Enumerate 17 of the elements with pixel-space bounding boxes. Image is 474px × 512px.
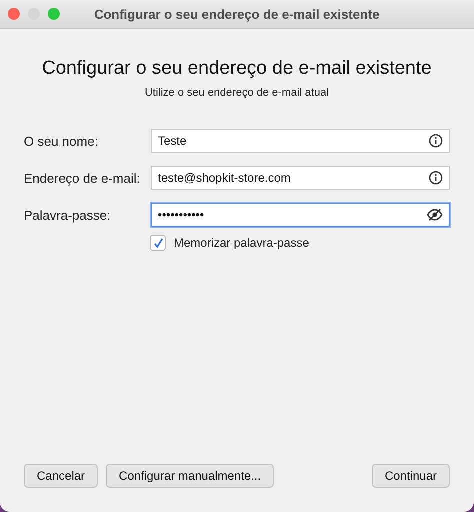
info-icon[interactable] (429, 171, 443, 185)
window-title: Configurar o seu endereço de e-mail existente (93, 6, 381, 22)
field-label: Palavra-passe: (24, 208, 112, 222)
dialog-button[interactable]: Cancelar (24, 464, 98, 488)
input-field[interactable]: Teste (151, 129, 450, 153)
info-icon[interactable] (429, 134, 443, 148)
checkbox-label: Memorizar palavra-passe (174, 236, 310, 250)
dialog-subtitle: Utilize o seu endereço de e-mail atual (144, 87, 330, 99)
field-label: O seu nome: (24, 134, 100, 148)
field-label: Endereço de e-mail: (24, 170, 142, 186)
dialog-button[interactable]: Continuar (372, 464, 450, 488)
remember-checkbox[interactable] (150, 235, 166, 251)
eye-off-icon[interactable] (427, 208, 443, 222)
dialog-button[interactable]: Configurar manualmente... (106, 464, 274, 488)
input-field[interactable]: teste@shopkit-store.com (151, 166, 450, 190)
input-field[interactable]: ••••••••••• (151, 203, 450, 227)
dialog-heading: Configurar o seu endereço de e-mail existente (41, 58, 433, 80)
